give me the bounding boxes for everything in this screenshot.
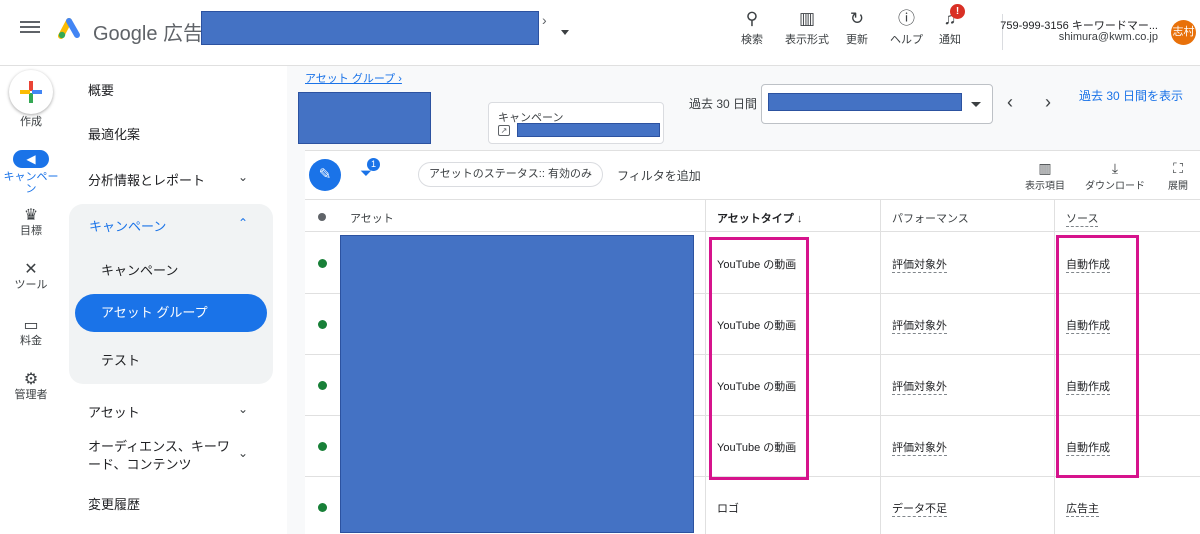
columns-icon: ▥ bbox=[1038, 160, 1052, 176]
help-icon: ⓘ bbox=[898, 9, 915, 28]
side-navigation: 概要 最適化案 分析情報とレポート ⌄ キャンペーン ⌃ キャンペーン アセット… bbox=[62, 66, 287, 534]
nav-group-campaigns-title[interactable]: キャンペーン bbox=[89, 216, 166, 235]
asset-previews-redacted bbox=[340, 235, 694, 533]
breadcrumb[interactable]: アセット グループ › bbox=[305, 70, 402, 86]
appearance-icon: ▥ bbox=[798, 9, 816, 28]
date-range-label: 過去 30 日間 bbox=[689, 97, 758, 111]
performance-cell[interactable]: 評価対象外 bbox=[892, 256, 947, 273]
date-range-select[interactable] bbox=[761, 84, 993, 124]
campaigns-nav-group: キャンペーン ⌃ キャンペーン アセット グループ テスト bbox=[69, 204, 273, 384]
source-cell[interactable]: 広告主 bbox=[1066, 500, 1099, 517]
nav-item-asset-groups[interactable]: アセット グループ bbox=[75, 294, 267, 332]
show-last-30-days-link[interactable]: 過去 30 日間を表示 bbox=[1075, 88, 1187, 105]
refresh-tool[interactable]: ↻ 更新 bbox=[846, 8, 868, 47]
status-enabled-icon bbox=[318, 320, 327, 329]
column-header-asset-type[interactable]: アセットタイプ ↓ bbox=[717, 210, 802, 226]
plus-icon bbox=[20, 81, 42, 103]
top-app-bar: Google 広告 › ⚲ 検索 ▥ 表示形式 ↻ 更新 ⓘ ヘルプ ♫ 通知 … bbox=[0, 0, 1200, 66]
rail-item-tools[interactable]: ✕ ツール bbox=[0, 261, 62, 292]
chevron-down-icon[interactable]: ⌄ bbox=[238, 170, 248, 184]
performance-cell[interactable]: 評価対象外 bbox=[892, 439, 947, 456]
account-email: shimura@kwm.co.jp bbox=[1058, 31, 1158, 43]
pencil-icon: ✎ bbox=[318, 166, 332, 183]
campaign-type-icon: ↗ bbox=[498, 125, 510, 136]
status-enabled-icon bbox=[318, 259, 327, 268]
avatar[interactable]: 志村 bbox=[1171, 20, 1196, 45]
column-header-source[interactable]: ソース bbox=[1066, 210, 1099, 227]
create-button[interactable] bbox=[9, 70, 53, 114]
search-icon: ⚲ bbox=[745, 9, 759, 28]
status-enabled-icon bbox=[318, 503, 327, 512]
admin-gear-icon: ⚙ bbox=[23, 371, 39, 388]
tools-icon: ✕ bbox=[24, 261, 38, 278]
status-enabled-icon bbox=[318, 442, 327, 451]
next-period-icon[interactable]: › bbox=[1045, 93, 1051, 111]
performance-cell[interactable]: 評価対象外 bbox=[892, 317, 947, 334]
nav-item-assets[interactable]: アセット bbox=[88, 402, 140, 421]
campaign-name-redacted bbox=[517, 123, 660, 137]
performance-cell[interactable]: 評価対象外 bbox=[892, 378, 947, 395]
rail-create-label: 作成 bbox=[20, 116, 42, 128]
campaign-selector-chip[interactable]: キャンペーン ↗ bbox=[488, 102, 664, 144]
search-tool[interactable]: ⚲ 検索 bbox=[741, 8, 763, 47]
previous-period-icon[interactable]: ‹ bbox=[1007, 93, 1013, 111]
nav-item-campaigns[interactable]: キャンペーン bbox=[101, 260, 178, 279]
dropdown-arrow-icon bbox=[971, 102, 981, 107]
chevron-down-icon[interactable]: ⌄ bbox=[238, 402, 248, 416]
status-filter-chip[interactable]: アセットのステータス:: 有効のみ bbox=[418, 162, 603, 187]
billing-icon: ▭ bbox=[23, 317, 39, 334]
help-tool[interactable]: ⓘ ヘルプ bbox=[890, 8, 923, 47]
asset-type-cell: ロゴ bbox=[717, 503, 739, 515]
main-content: アセット グループ › キャンペーン ↗ 過去 30 日間 ‹ › 過去 30 … bbox=[287, 66, 1200, 534]
account-name-redacted[interactable] bbox=[201, 11, 539, 45]
download-icon: ⤓ bbox=[1111, 160, 1119, 176]
download-button[interactable]: ⤓ ダウンロード bbox=[1085, 159, 1145, 192]
asset-table-card: ✎ ⏷ 1 アセットのステータス:: 有効のみ フィルタを追加 ▥ 表示項目 ⤓… bbox=[305, 150, 1200, 534]
brand-name: Google 広告 bbox=[93, 23, 204, 45]
account-dropdown-icon[interactable] bbox=[561, 30, 569, 35]
refresh-icon: ↻ bbox=[849, 9, 865, 28]
nav-item-recommendations[interactable]: 最適化案 bbox=[88, 124, 140, 143]
filter-count-badge: 1 bbox=[367, 158, 380, 171]
rail-item-goals[interactable]: ♛ 目標 bbox=[0, 207, 62, 238]
rail-item-campaigns[interactable]: ◀ キャンペーン bbox=[0, 150, 62, 195]
add-filter-button[interactable]: フィルタを追加 bbox=[617, 167, 701, 184]
columns-button[interactable]: ▥ 表示項目 bbox=[1025, 159, 1065, 192]
column-header-asset[interactable]: アセット bbox=[350, 210, 394, 226]
nav-item-overview[interactable]: 概要 bbox=[88, 80, 114, 99]
nav-item-change-history[interactable]: 変更履歴 bbox=[88, 494, 140, 513]
date-range-value-redacted bbox=[768, 93, 962, 111]
table-header: アセット アセットタイプ ↓ パフォーマンス ソース bbox=[305, 199, 1200, 232]
page-title-redacted bbox=[298, 92, 431, 144]
edit-button[interactable]: ✎ bbox=[309, 159, 341, 191]
appearance-tool[interactable]: ▥ 表示形式 bbox=[785, 8, 829, 47]
chevron-down-icon[interactable]: ⌄ bbox=[238, 446, 248, 460]
nav-item-insights[interactable]: 分析情報とレポート bbox=[88, 170, 205, 189]
chevron-right-icon: › bbox=[542, 12, 547, 28]
nav-item-experiments[interactable]: テスト bbox=[101, 350, 140, 369]
expand-icon: ⛶ bbox=[1173, 160, 1183, 176]
expand-button[interactable]: ⛶ 展開 bbox=[1168, 159, 1188, 192]
source-highlight-box bbox=[1056, 235, 1139, 478]
left-rail: 作成 ◀ キャンペーン ♛ 目標 ✕ ツール ▭ 料金 ⚙ 管理者 bbox=[0, 66, 62, 534]
rail-item-admin[interactable]: ⚙ 管理者 bbox=[0, 371, 62, 402]
notification-badge: ! bbox=[950, 4, 965, 19]
rail-item-billing[interactable]: ▭ 料金 bbox=[0, 317, 62, 348]
status-column-icon bbox=[318, 213, 326, 221]
menu-icon[interactable] bbox=[20, 18, 40, 38]
trophy-icon: ♛ bbox=[23, 207, 39, 224]
google-ads-logo bbox=[58, 18, 80, 39]
campaign-icon: ◀ bbox=[13, 150, 49, 168]
column-header-performance[interactable]: パフォーマンス bbox=[892, 210, 969, 226]
status-enabled-icon bbox=[318, 381, 327, 390]
chevron-up-icon[interactable]: ⌃ bbox=[238, 216, 248, 230]
nav-item-audiences[interactable]: オーディエンス、キーワード、コンテンツ bbox=[88, 438, 238, 474]
performance-cell[interactable]: データ不足 bbox=[892, 500, 947, 517]
asset-type-highlight-box bbox=[709, 237, 809, 480]
